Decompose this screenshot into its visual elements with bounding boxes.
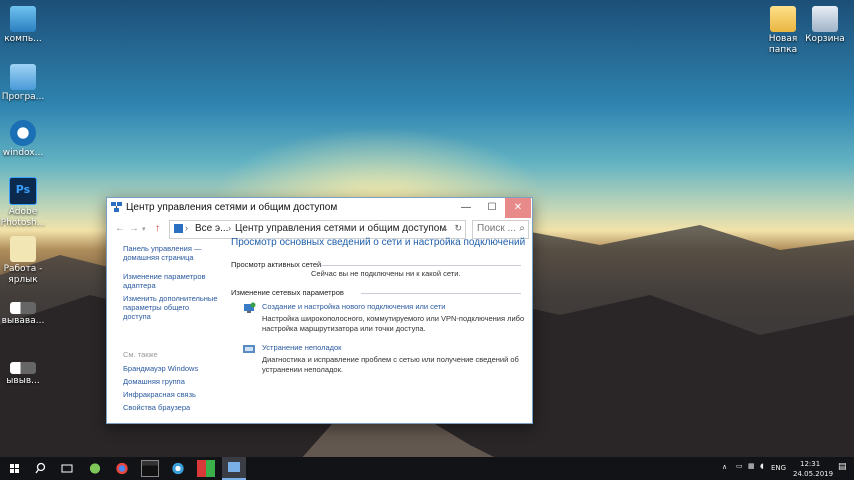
new-connection-link[interactable]: Создание и настройка нового подключения … (262, 302, 445, 311)
document-icon (10, 236, 36, 262)
new-connection-desc: Настройка широкополосного, коммутируемог… (262, 314, 525, 333)
no-networks-text: Сейчас вы не подключены ни к какой сети. (311, 269, 461, 278)
desktop-icon-computer[interactable]: компь... (0, 6, 46, 45)
troubleshoot-link[interactable]: Устранение неполадок (262, 343, 341, 352)
network-icon (111, 202, 122, 212)
infrared-link[interactable]: Инфракрасная связь (123, 390, 218, 399)
desktop-icon-label: Корзина (805, 34, 845, 44)
clock-time[interactable]: 12:31 (800, 460, 820, 468)
desktop-icon-programs[interactable]: Програ... (0, 64, 46, 103)
desktop-icon-label: Програ... (1, 92, 45, 102)
notifications-icon[interactable]: ▤ (838, 462, 847, 472)
troubleshoot-desc: Диагностика и исправление проблем с сеть… (262, 355, 519, 374)
see-also-header: См. также (123, 350, 158, 359)
photoshop-icon: Ps (9, 177, 37, 205)
network-tray-icon[interactable]: ▦ (748, 462, 755, 470)
refresh-icon[interactable]: ↻ (454, 223, 462, 234)
new-connection-icon (244, 302, 256, 313)
window-title: Центр управления сетями и общим доступом (126, 202, 338, 213)
control-panel-icon (174, 224, 183, 233)
programs-icon (10, 64, 36, 90)
app-icon-5[interactable] (197, 460, 215, 477)
desktop-icon-recycle-bin[interactable]: Корзина (802, 6, 848, 45)
desktop-icon-label: Adobe Photosh... (0, 207, 46, 228)
desktop-icon-label: компь... (4, 34, 42, 44)
folder-icon (770, 6, 796, 32)
page-heading: Просмотр основных сведений о сети и наст… (231, 237, 526, 248)
section-divider (361, 293, 521, 294)
browser-properties-link[interactable]: Свойства браузера (123, 403, 218, 412)
desktop-icon-file1[interactable]: вывава... (0, 302, 46, 327)
active-networks-header: Просмотр активных сетей (231, 260, 322, 269)
maximize-button[interactable]: ☐ (479, 198, 505, 218)
app-icon-3[interactable] (141, 460, 159, 477)
sharing-settings-link[interactable]: Изменить дополнительные параметры общего… (123, 294, 218, 321)
app-icon-1[interactable] (86, 460, 104, 477)
up-arrow-icon[interactable]: ↑ (155, 223, 160, 234)
desktop-icon-label: Работа - ярлык (3, 264, 43, 285)
desktop-icon-work-shortcut[interactable]: Работа - ярлык (0, 236, 46, 286)
desktop-icon-file2[interactable]: ывыв... (0, 362, 46, 387)
battery-icon[interactable]: ▭ (736, 462, 743, 470)
chrome-icon[interactable] (113, 460, 131, 477)
language-indicator[interactable]: ENG (771, 464, 786, 472)
section-divider (321, 265, 521, 266)
globe-icon (10, 120, 36, 146)
desktop-icon-label: windox... (2, 148, 44, 158)
file-icon (10, 302, 36, 314)
desktop-icon-photoshop[interactable]: Ps Adobe Photosh... (0, 177, 46, 229)
clock-date[interactable]: 24.05.2019 (793, 470, 833, 478)
desktop-icon-label: вывава... (1, 316, 45, 326)
control-panel-home-link[interactable]: Панель управления — домашняя страница (123, 244, 218, 262)
back-arrow-icon[interactable]: ← (115, 223, 125, 234)
chevron-down-icon[interactable]: ⌄ (442, 224, 449, 233)
adapter-settings-link[interactable]: Изменение параметров адаптера (123, 272, 218, 290)
minimize-button[interactable]: — (453, 198, 479, 218)
volume-icon[interactable]: ◖ (760, 462, 764, 470)
homegroup-link[interactable]: Домашняя группа (123, 377, 218, 386)
task-view-icon[interactable] (58, 460, 76, 477)
recent-chevron-icon[interactable]: ▾ (142, 225, 146, 233)
left-nav-pane: Панель управления — домашняя страница Из… (107, 240, 222, 423)
forward-arrow-icon[interactable]: → (129, 223, 139, 234)
chevron-right-icon: › (185, 223, 188, 233)
change-settings-header: Изменение сетевых параметров (231, 288, 344, 297)
troubleshoot-icon (243, 345, 255, 353)
desktop-icon-new-folder[interactable]: Новая папка (760, 6, 806, 56)
app-icon-4[interactable] (169, 460, 187, 477)
chevron-right-icon: › (228, 223, 231, 233)
search-icon[interactable] (32, 460, 50, 477)
close-button[interactable]: ✕ (505, 198, 531, 218)
computer-icon (10, 6, 36, 32)
file-icon (10, 362, 36, 374)
desktop-icon-windox[interactable]: windox... (0, 120, 46, 159)
main-content: Просмотр основных сведений о сети и наст… (231, 237, 532, 423)
firewall-link[interactable]: Брандмауэр Windows (123, 364, 218, 373)
desktop-icon-label: Новая папка (768, 34, 798, 55)
search-icon: ⌕ (519, 223, 525, 234)
recycle-bin-icon (812, 6, 838, 32)
network-center-window: Центр управления сетями и общим доступом… (106, 197, 533, 424)
windows-start-icon[interactable] (6, 460, 24, 477)
breadcrumb-current[interactable]: Центр управления сетями и общим доступом (235, 223, 446, 234)
search-placeholder: Поиск ... (477, 223, 516, 234)
taskbar: ∧ ▭ ▦ ◖ ENG 12:31 24.05.2019 ▤ (0, 457, 854, 480)
title-bar[interactable]: Центр управления сетями и общим доступом… (107, 198, 532, 218)
breadcrumb-all[interactable]: Все э... (195, 223, 228, 234)
network-icon (228, 462, 240, 472)
network-center-taskbar-icon[interactable] (222, 457, 246, 480)
chevron-up-icon[interactable]: ∧ (722, 463, 727, 471)
desktop-icon-label: ывыв... (6, 376, 40, 386)
